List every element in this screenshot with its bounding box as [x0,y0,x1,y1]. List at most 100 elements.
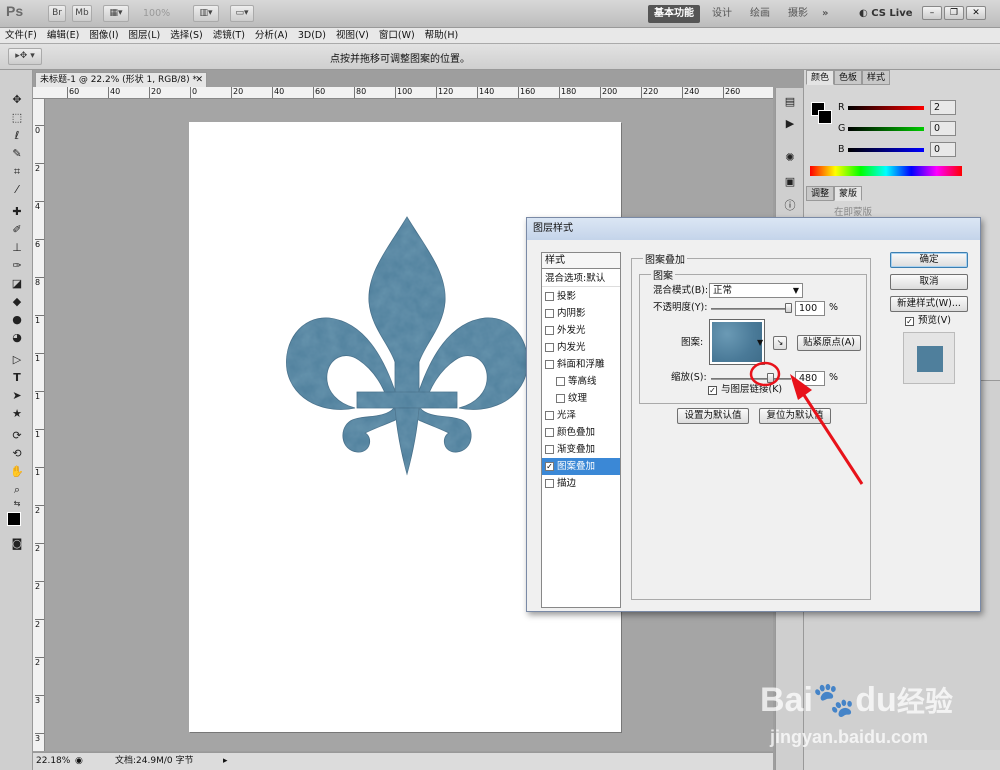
eraser-tool-icon[interactable]: ◪ [8,276,26,291]
style-item[interactable]: 内阴影 [542,305,620,322]
style-item-checkbox[interactable] [545,292,554,301]
history-brush-tool-icon[interactable]: ✑ [8,258,26,273]
pattern-picker-arrow-icon[interactable]: ▼ [757,336,763,350]
style-item-checkbox[interactable] [556,394,565,403]
tab-masks[interactable]: 蒙版 [834,186,863,201]
panel-background-swatch[interactable] [818,110,832,124]
screen-mode-icon[interactable]: ▭▾ [230,5,254,22]
paint-bucket-tool-icon[interactable]: ◆ [8,294,26,309]
style-item-checkbox[interactable] [545,411,554,420]
color-r-value[interactable]: 2 [930,100,956,115]
menu-edit[interactable]: 编辑(E) [42,28,84,44]
marquee-tool-icon[interactable]: ⬚ [8,110,26,125]
preview-checkbox[interactable]: ✓ [905,317,914,326]
menu-layer[interactable]: 图层(L) [124,28,166,44]
style-item[interactable]: 等高线 [542,373,620,390]
style-item-checkbox[interactable] [545,343,554,352]
workspace-photography[interactable]: 摄影 [782,5,814,23]
status-zoom[interactable]: 22.18% [36,753,70,770]
arrange-documents-icon[interactable]: ▥▾ [193,5,219,22]
3d-orbit-tool-icon[interactable]: ⟲ [8,446,26,461]
color-b-slider[interactable] [848,148,924,152]
menu-filter[interactable]: 滤镜(T) [208,28,250,44]
history-panel-icon[interactable]: ▤ [781,94,799,109]
bridge-icon[interactable]: Br [48,5,66,22]
style-list-header[interactable]: 样式 [542,253,620,269]
color-spectrum-bar[interactable] [810,166,962,176]
cancel-button[interactable]: 取消 [890,274,968,290]
zoom-level-display[interactable]: 100% [143,7,170,21]
type-tool-icon[interactable]: T [8,370,26,385]
link-with-layer-checkbox[interactable]: ✓ [708,386,717,395]
opacity-slider[interactable] [711,308,791,310]
more-workspaces-icon[interactable]: » [816,5,834,23]
style-item-checkbox[interactable] [545,326,554,335]
color-r-slider[interactable] [848,106,924,110]
blur-tool-icon[interactable]: ● [8,312,26,327]
tool-preset-picker[interactable]: ▸✥ ▾ [8,48,42,65]
quick-select-tool-icon[interactable]: ✎ [8,146,26,161]
document-tab[interactable]: 未标题-1 @ 22.2% (形状 1, RGB/8) * ✕ [35,72,207,87]
actions-panel-icon[interactable]: ▶ [781,116,799,131]
style-item[interactable]: ✓ 图案叠加 [542,458,620,475]
style-item-checkbox[interactable] [545,445,554,454]
new-preset-icon[interactable]: ↘ [773,336,787,350]
style-item-checkbox[interactable] [545,428,554,437]
status-info-icon[interactable]: ◉ [75,753,83,770]
zoom-tool-icon[interactable]: ⌕ [8,482,26,497]
style-item[interactable]: 斜面和浮雕 [542,356,620,373]
style-item[interactable]: 外发光 [542,322,620,339]
style-item[interactable]: 纹理 [542,390,620,407]
workspace-painting[interactable]: 绘画 [744,5,776,23]
style-item[interactable]: 光泽 [542,407,620,424]
dodge-tool-icon[interactable]: ◕ [8,330,26,345]
new-style-button[interactable]: 新建样式(W)... [890,296,968,312]
cs-live-button[interactable]: ◐ CS Live [853,5,919,23]
style-item[interactable]: 内发光 [542,339,620,356]
hand-tool-icon[interactable]: ✋ [8,464,26,479]
snap-to-origin-button[interactable]: 贴紧原点(A) [797,335,861,351]
tab-styles[interactable]: 样式 [862,70,891,85]
menu-analysis[interactable]: 分析(A) [250,28,293,44]
move-tool-icon[interactable]: ✥ [8,92,26,107]
brush-panel-icon[interactable]: ✺ [781,150,799,165]
make-default-button[interactable]: 设置为默认值 [677,408,749,424]
minibridge-icon[interactable]: Mb [72,5,92,22]
swap-colors-icon[interactable]: ⇆ [8,496,26,511]
style-item-checkbox[interactable] [556,377,565,386]
lasso-tool-icon[interactable]: ℓ [8,128,26,143]
foreground-color-swatch[interactable] [7,512,21,526]
menu-help[interactable]: 帮助(H) [420,28,464,44]
color-g-value[interactable]: 0 [930,121,956,136]
style-item[interactable]: 描边 [542,475,620,492]
eyedropper-tool-icon[interactable]: ⁄ [8,182,26,197]
minimize-icon[interactable]: – [922,6,942,20]
healing-brush-tool-icon[interactable]: ✚ [8,204,26,219]
close-icon[interactable]: ✕ [966,6,986,20]
style-item-checkbox[interactable] [545,309,554,318]
menu-3d[interactable]: 3D(D) [293,28,331,44]
shape-tool-icon[interactable]: ★ [8,406,26,421]
color-g-slider[interactable] [848,127,924,131]
3d-rotate-tool-icon[interactable]: ⟳ [8,428,26,443]
view-extras-icon[interactable]: ▦▾ [103,5,129,22]
path-selection-tool-icon[interactable]: ➤ [8,388,26,403]
info-panel-icon[interactable]: ⓘ [781,198,799,213]
tab-adjustments[interactable]: 调整 [806,186,835,201]
menu-file[interactable]: 文件(F) [0,28,42,44]
opacity-input[interactable]: 100 [795,301,825,316]
blend-options-item[interactable]: 混合选项:默认 [542,270,620,287]
menu-image[interactable]: 图像(I) [84,28,123,44]
menu-window[interactable]: 窗口(W) [374,28,420,44]
workspace-essentials[interactable]: 基本功能 [648,5,700,23]
blend-mode-select[interactable]: 正常 ▼ [709,283,803,298]
opacity-slider-thumb[interactable] [785,303,792,313]
brush-tool-icon[interactable]: ✐ [8,222,26,237]
tab-color[interactable]: 颜色 [806,70,835,85]
menu-select[interactable]: 选择(S) [165,28,207,44]
tab-swatches[interactable]: 色板 [834,70,863,85]
crop-tool-icon[interactable]: ⌗ [8,164,26,179]
style-item[interactable]: 投影 [542,288,620,305]
clone-stamp-tool-icon[interactable]: ⊥ [8,240,26,255]
ok-button[interactable]: 确定 [890,252,968,268]
